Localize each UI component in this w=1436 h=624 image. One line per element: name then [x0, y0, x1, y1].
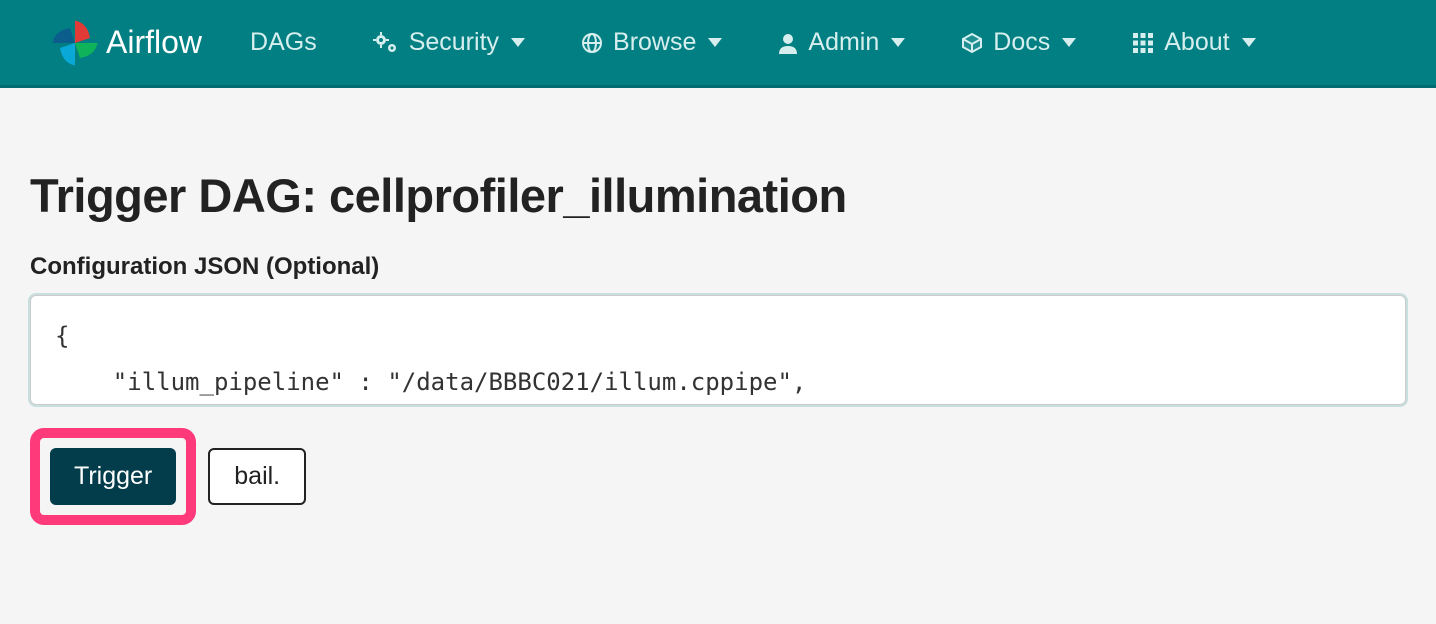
button-row: Trigger bail. — [30, 428, 1406, 525]
caret-down-icon — [1242, 38, 1256, 47]
config-json-label: Configuration JSON (Optional) — [30, 253, 1406, 281]
config-json-textarea[interactable] — [30, 295, 1406, 405]
nav-docs-label: Docs — [993, 28, 1050, 57]
nav-dags-label: DAGs — [250, 28, 317, 57]
trigger-highlight: Trigger — [30, 428, 196, 525]
cube-icon — [961, 32, 983, 54]
main-content: Trigger DAG: cellprofiler_illumination C… — [0, 88, 1436, 565]
nav-items: DAGs Security — [250, 28, 1256, 57]
nav-security[interactable]: Security — [373, 28, 525, 57]
user-icon — [778, 32, 798, 54]
grid-icon — [1132, 32, 1154, 54]
nav-about[interactable]: About — [1132, 28, 1255, 57]
airflow-logo-icon — [50, 18, 100, 68]
trigger-button[interactable]: Trigger — [50, 448, 176, 505]
caret-down-icon — [891, 38, 905, 47]
nav-admin[interactable]: Admin — [778, 28, 905, 57]
nav-browse-label: Browse — [613, 28, 696, 57]
globe-icon — [581, 32, 603, 54]
nav-browse[interactable]: Browse — [581, 28, 722, 57]
nav-about-label: About — [1164, 28, 1229, 57]
brand-link[interactable]: Airflow — [50, 18, 202, 68]
nav-docs[interactable]: Docs — [961, 28, 1076, 57]
nav-admin-label: Admin — [808, 28, 879, 57]
nav-dags[interactable]: DAGs — [250, 28, 317, 57]
caret-down-icon — [708, 38, 722, 47]
caret-down-icon — [1062, 38, 1076, 47]
navbar: Airflow DAGs Security — [0, 0, 1436, 88]
gears-icon — [373, 32, 399, 54]
caret-down-icon — [511, 38, 525, 47]
cancel-button[interactable]: bail. — [208, 448, 306, 505]
brand-text: Airflow — [106, 24, 202, 61]
nav-security-label: Security — [409, 28, 499, 57]
page-title: Trigger DAG: cellprofiler_illumination — [30, 168, 1406, 223]
